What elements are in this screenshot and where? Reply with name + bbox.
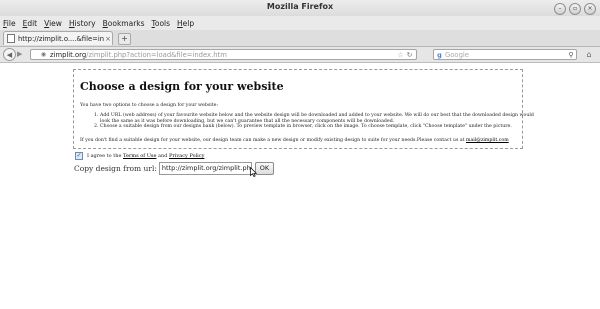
search-placeholder: Google: [445, 50, 469, 59]
title-bar: Mozilla Firefox – ▫ ×: [0, 0, 600, 17]
contact-email-link[interactable]: mail@zimplit.com: [466, 138, 509, 143]
design-url-input[interactable]: http://zimplit.org/zimplit.php: [158, 161, 252, 175]
menu-label: elp: [182, 18, 195, 28]
page-content: Choose a design for your website You hav…: [0, 63, 600, 309]
menu-file[interactable]: File: [3, 19, 16, 28]
forward-arrow-icon[interactable]: ▶: [17, 50, 27, 59]
intro-text: You have two options to choose a design …: [80, 103, 218, 108]
copy-design-row: Copy design from url: http://zimplit.org…: [74, 161, 274, 175]
menu-label: dit: [27, 18, 38, 28]
menu-view[interactable]: View: [44, 19, 62, 28]
tab-bar: http://zimplit.o....&file=index.htm × +: [0, 30, 600, 47]
agree-and: and: [158, 153, 168, 159]
url-path: /zimplit.php?action=load&file=index.htm: [86, 50, 227, 59]
mouse-cursor-icon: [250, 167, 257, 177]
window-controls: – ▫ ×: [554, 3, 596, 15]
design-options-list: Add URL (web address) of your favourite …: [80, 113, 535, 130]
menu-history[interactable]: History: [69, 19, 96, 28]
magnifier-icon[interactable]: ⚲: [566, 51, 576, 59]
tab-close-icon[interactable]: ×: [104, 35, 112, 43]
terms-agreement: ✓ I agree to the Terms of Use and Privac…: [75, 152, 204, 160]
menu-help[interactable]: Help: [177, 19, 194, 28]
terms-of-use-link[interactable]: Terms of Use: [123, 153, 156, 159]
firefox-window: Mozilla Firefox – ▫ × File Edit View His…: [0, 0, 600, 309]
agree-prefix: I agree to the: [87, 153, 122, 159]
menu-label: ile: [6, 18, 16, 28]
star-icon[interactable]: ☆: [396, 51, 405, 59]
tab-label: http://zimplit.o....&file=index.htm: [18, 34, 104, 43]
address-url[interactable]: zimplit.org/zimplit.php?action=load&file…: [48, 51, 396, 59]
menu-label: ookmarks: [107, 18, 145, 28]
maximize-icon[interactable]: ▫: [569, 3, 581, 15]
menu-edit[interactable]: Edit: [23, 19, 38, 28]
back-arrow-icon[interactable]: ◀: [3, 48, 16, 61]
copy-design-label: Copy design from url:: [74, 163, 157, 173]
option-item: Add URL (web address) of your favourite …: [100, 113, 535, 124]
contact-note: If you don't find a suitable design for …: [80, 138, 509, 143]
url-domain: zimplit.org: [50, 50, 87, 59]
page-heading: Choose a design for your website: [80, 80, 284, 93]
ok-button[interactable]: OK: [254, 161, 274, 175]
search-bar[interactable]: g Google ⚲: [433, 49, 577, 60]
design-chooser-box: Choose a design for your website You hav…: [73, 69, 534, 149]
home-icon[interactable]: ⌂: [583, 49, 595, 60]
menu-label: iew: [49, 18, 62, 28]
navigation-bar: ◀ ▶ ◉ zimplit.org/zimplit.php?action=loa…: [0, 47, 600, 63]
terms-checkbox[interactable]: ✓: [75, 152, 83, 160]
search-engine-icon[interactable]: g: [434, 51, 445, 59]
reload-icon[interactable]: ↻: [405, 51, 414, 59]
menu-bar: File Edit View History Bookmarks Tools H…: [0, 16, 600, 30]
minimize-icon[interactable]: –: [554, 3, 566, 15]
browser-tab[interactable]: http://zimplit.o....&file=index.htm ×: [3, 31, 113, 45]
close-icon[interactable]: ×: [584, 3, 596, 15]
site-identity-icon[interactable]: ◉: [39, 51, 48, 58]
menu-bookmarks[interactable]: Bookmarks: [103, 19, 145, 28]
menu-tools[interactable]: Tools: [152, 19, 170, 28]
new-tab-button[interactable]: +: [118, 33, 131, 45]
menu-label: ools: [154, 18, 171, 28]
window-title: Mozilla Firefox: [266, 2, 334, 11]
menu-label: istory: [74, 18, 96, 28]
contact-text: If you don't find a suitable design for …: [80, 138, 465, 143]
option-item: Choose a suitable design from our design…: [100, 124, 535, 130]
page-favicon-icon: [7, 34, 15, 43]
address-bar[interactable]: ◉ zimplit.org/zimplit.php?action=load&fi…: [30, 49, 417, 60]
privacy-policy-link[interactable]: Privacy Policy: [169, 153, 204, 159]
